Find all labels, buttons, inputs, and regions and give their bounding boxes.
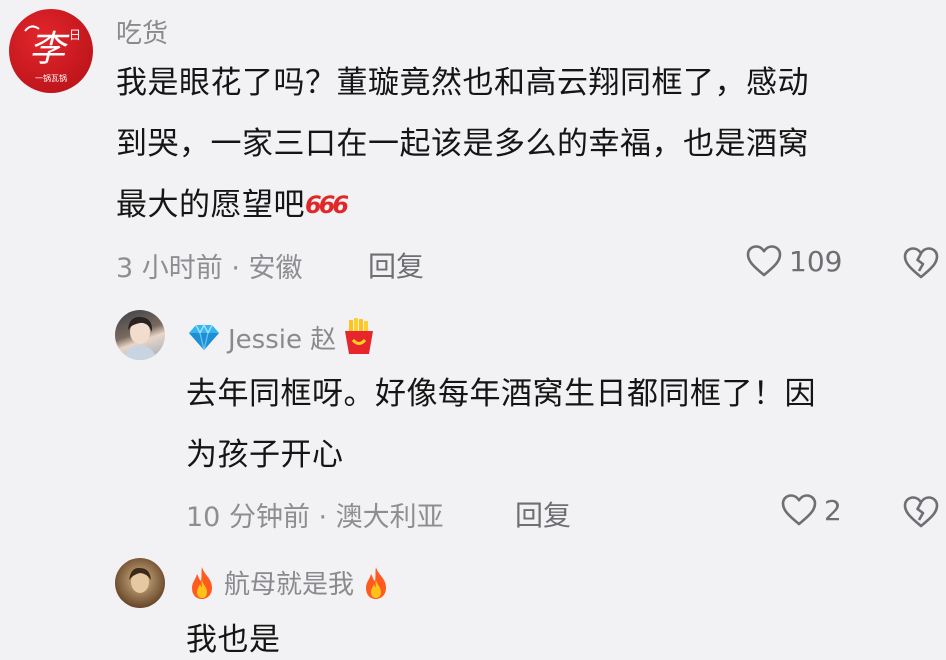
emoji-666-icon: 666 [305,191,349,219]
comment-line: 去年同框呀。好像每年酒窝生日都同框了！因 [186,376,816,412]
commenter-name-label: 吃货 [116,19,169,49]
fire-icon [192,566,212,599]
commenter-name[interactable]: 吃货 [116,13,168,50]
comment-line-text: 最大的愿望吧 [116,187,305,223]
svg-text:李: 李 [29,29,70,70]
broken-heart-icon [903,247,939,279]
reply-button[interactable]: 回复 [368,245,424,285]
like-count: 2 [824,493,842,527]
like-button[interactable]: 2 [780,493,842,527]
avatar-photo-icon [123,316,157,360]
dislike-button[interactable] [902,495,940,533]
comment-line: 最大的愿望吧666 [116,175,936,236]
svg-text:日: 日 [69,28,81,42]
svg-text:一锅瓦锅: 一锅瓦锅 [35,73,67,83]
dislike-button[interactable] [902,246,940,284]
avatar[interactable] [115,310,165,360]
comment-text: 我是眼花了吗？董璇竟然也和高云翔同框了，感动 到哭，一家三口在一起该是多么的幸福… [116,53,936,236]
comment-text: 去年同框呀。好像每年酒窝生日都同框了！因 为孩子开心 [186,364,936,486]
heart-outline-icon [781,494,817,526]
commenter-name[interactable]: 航母就是我 [186,564,392,601]
avatar[interactable]: 李 日 一锅瓦锅 [9,9,93,93]
heart-outline-icon [746,245,782,277]
comment-text: 我也是 [186,610,936,660]
comment-item: 李 日 一锅瓦锅 吃货 我是眼花了吗？董璇竟然也和高云翔同框了，感动 到哭，一家… [0,0,946,300]
commenter-name-label: Jessie 赵 [228,324,337,355]
broken-heart-icon [903,496,939,528]
reply-item: 航母就是我 我也是 [0,550,946,660]
fire-icon [366,566,387,599]
avatar-photo-icon [129,567,151,593]
reply-item: Jessie 赵 去年同框呀。好像每年酒窝生日都同框了！因 为孩子开心 10 分… [0,300,946,550]
comment-line: 为孩子开心 [186,437,344,473]
reply-button[interactable]: 回复 [515,494,571,534]
diamond-badge-icon [189,323,219,351]
comment-time-location: 3 小时前 · 安徽 [116,253,303,284]
commenter-name-label: 航母就是我 [224,570,355,600]
avatar-logo-icon: 李 日 一锅瓦锅 [24,25,81,83]
avatar[interactable] [115,558,165,608]
comment-line: 我是眼花了吗？董璇竟然也和高云翔同框了，感动 [116,65,809,101]
like-count: 109 [789,244,843,278]
commenter-name[interactable]: Jessie 赵 [186,318,376,356]
fries-badge-icon [345,318,374,354]
like-button[interactable]: 109 [745,244,842,278]
comment-time-location: 10 分钟前 · 澳大利亚 [186,502,444,533]
comment-line: 我也是 [186,622,281,658]
comment-line: 到哭，一家三口在一起该是多么的幸福，也是酒窝 [116,126,809,162]
